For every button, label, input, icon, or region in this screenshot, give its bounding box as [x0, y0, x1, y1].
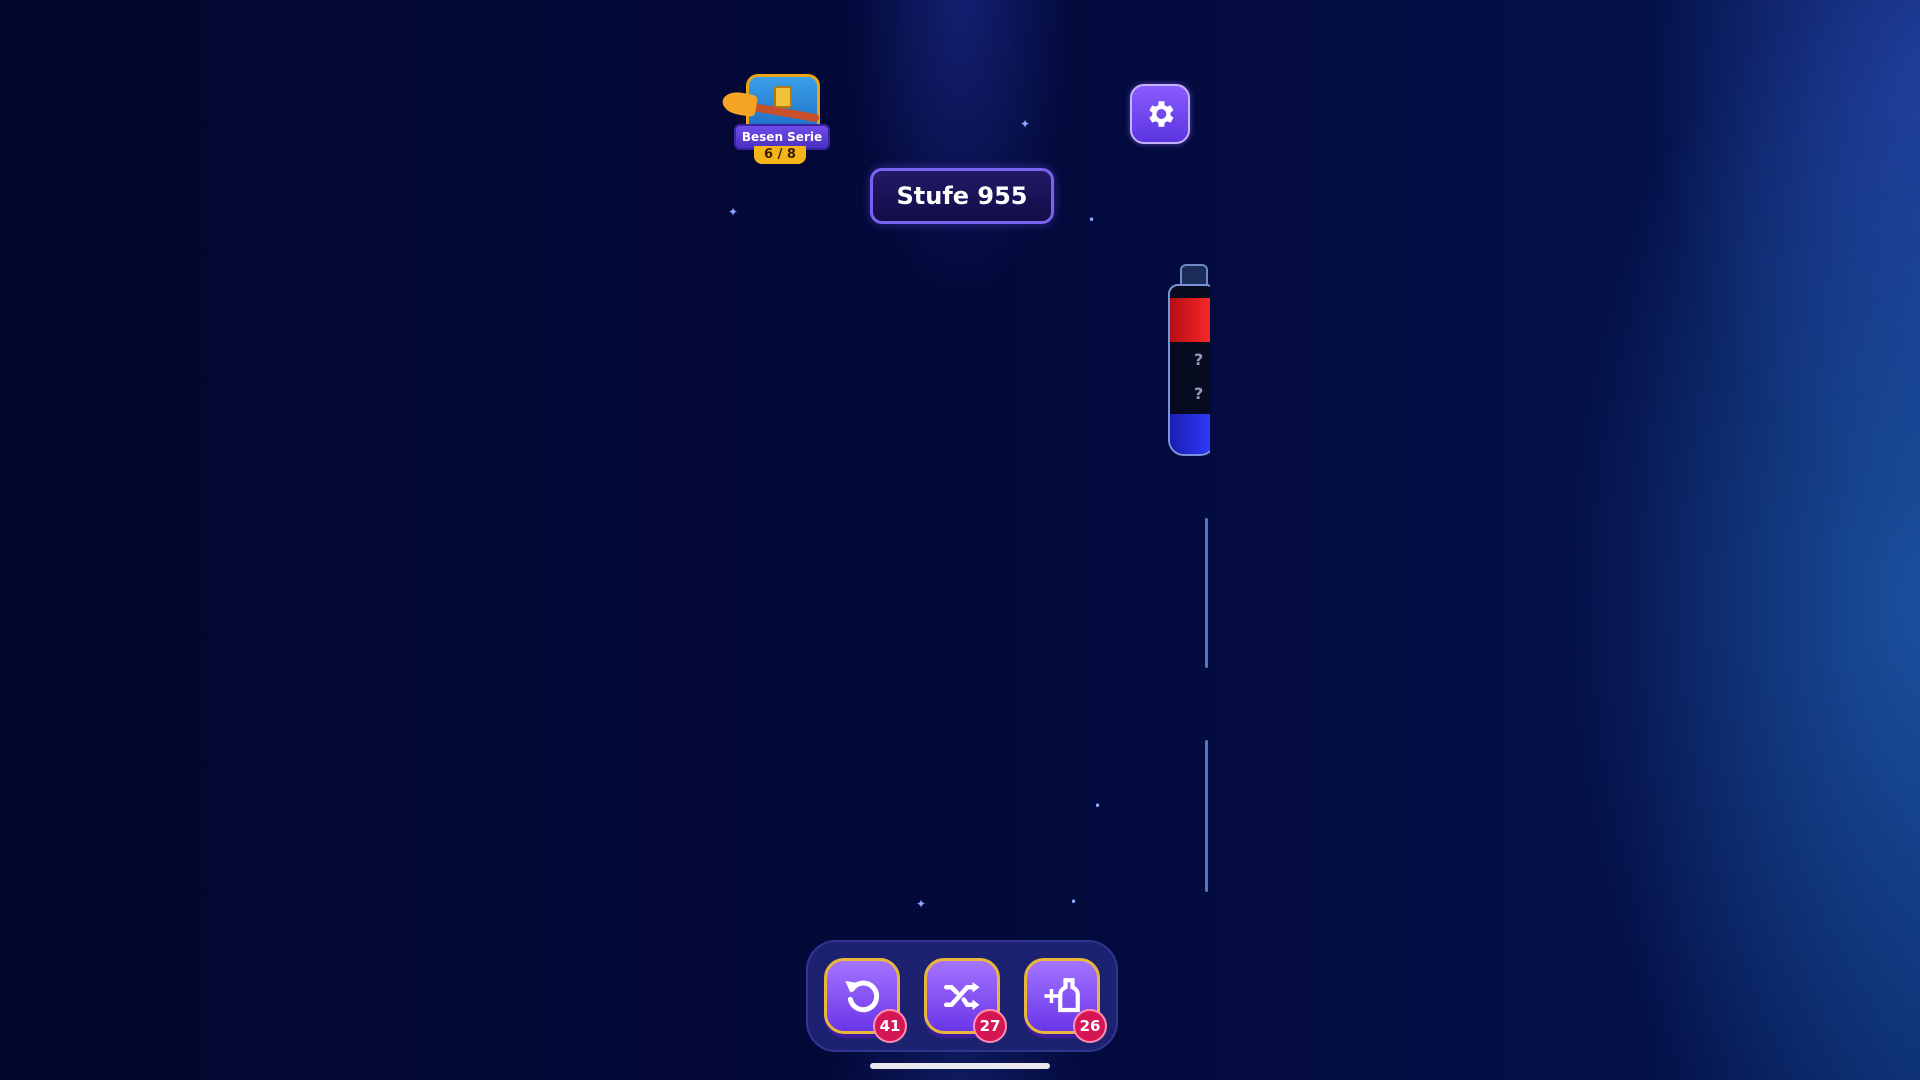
star-decoration: • — [1088, 213, 1096, 227]
star-decoration: ✦ — [1020, 117, 1031, 131]
star-decoration: ✦ — [916, 897, 927, 911]
add-bottle-count-badge: 26 — [1073, 1009, 1107, 1043]
home-indicator[interactable] — [870, 1063, 1050, 1069]
star-decoration: ✦ — [728, 205, 739, 219]
potion-bottle[interactable]: ? ? — [1166, 264, 1210, 456]
bottle-edge[interactable] — [1205, 740, 1208, 892]
shuffle-button[interactable]: 27 — [924, 958, 1007, 1043]
add-bottle-icon — [1044, 978, 1080, 1013]
broom-series-chest[interactable]: Besen Serie 6 / 8 — [718, 66, 836, 170]
hidden-segment: ? — [1194, 384, 1204, 403]
level-label: Stufe 955 — [870, 168, 1054, 224]
gear-icon — [1149, 101, 1174, 127]
shuffle-icon — [943, 982, 980, 1010]
hidden-segment: ? — [1194, 350, 1204, 369]
liquid-segment-blue — [1170, 414, 1210, 454]
add-bottle-button[interactable]: 26 — [1024, 958, 1107, 1043]
chest-progress: 6 / 8 — [754, 146, 806, 164]
bottle-edge[interactable] — [1205, 518, 1208, 668]
bottle-glass: ? ? — [1168, 284, 1210, 456]
background — [0, 0, 1920, 1080]
star-decoration: • — [1070, 895, 1078, 909]
undo-button[interactable]: 41 — [824, 958, 907, 1043]
liquid-segment-red — [1170, 298, 1210, 342]
star-decoration: • — [1094, 799, 1102, 813]
undo-count-badge: 41 — [873, 1009, 907, 1043]
undo-icon — [845, 980, 880, 1013]
shuffle-count-badge: 27 — [973, 1009, 1007, 1043]
tool-bar: 41 27 26 — [806, 940, 1118, 1052]
settings-button[interactable] — [1130, 84, 1190, 144]
